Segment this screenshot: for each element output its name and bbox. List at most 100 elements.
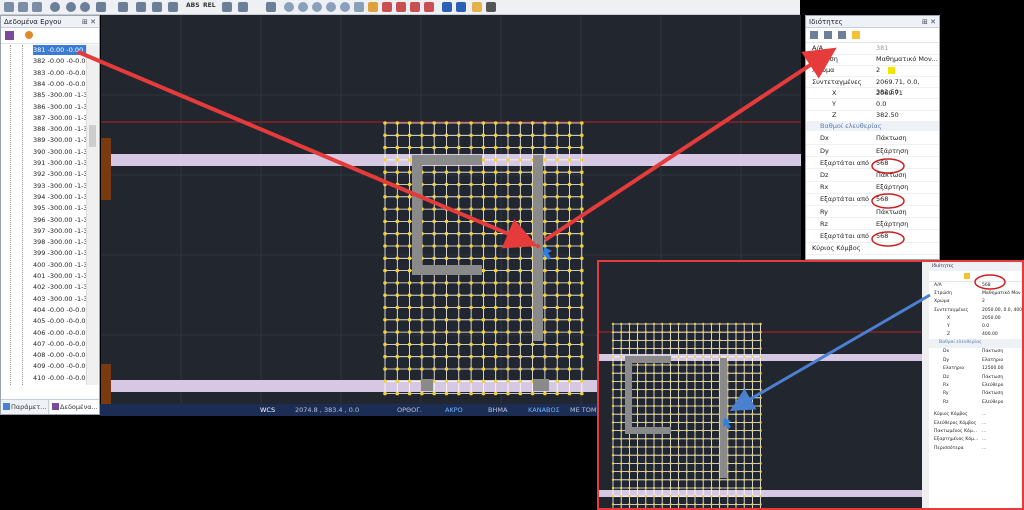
settings-tool-icon[interactable] <box>80 2 90 12</box>
pointer-tool-icon[interactable] <box>266 2 276 12</box>
property-value[interactable]: ... <box>982 436 986 444</box>
tree-node-item[interactable]: 396 -300.00 -1-3 <box>33 215 87 225</box>
property-row[interactable]: Y 0.0 <box>929 323 1022 331</box>
property-row[interactable]: Περισσότερα... <box>929 445 1022 453</box>
tree-node-item[interactable]: 392 -300.00 -1-3 <box>33 169 87 179</box>
delete-tool-icon[interactable] <box>486 2 496 12</box>
tree-node-item[interactable]: 382 -0.00 -0-0.00 <box>33 56 87 66</box>
property-value[interactable]: Εξάρτηση <box>876 219 908 230</box>
property-value[interactable]: 382.50 <box>876 110 899 121</box>
tab-project-data[interactable]: Δεδομένα... <box>50 400 99 414</box>
property-row[interactable]: Χρώμα 2 <box>929 298 1022 306</box>
properties-pin-close-icon[interactable]: ⊞ ✕ <box>922 16 936 28</box>
circle-tool-icon[interactable] <box>50 2 60 12</box>
tree-node-item[interactable]: 399 -300.00 -1-3 <box>33 248 87 258</box>
measure-tool-icon[interactable] <box>382 2 392 12</box>
property-value[interactable]: ... <box>982 420 986 428</box>
zoom-extents-icon[interactable] <box>326 2 336 12</box>
property-value[interactable]: Πάκτωση <box>876 133 907 144</box>
property-value[interactable]: Πάκτωση <box>876 207 907 218</box>
property-value[interactable]: Εξάρτηση <box>876 146 908 157</box>
property-row[interactable]: Συντεταγμένες 2050.00, 0.0, 400 <box>929 307 1022 315</box>
property-row[interactable]: X 2050.00 <box>929 315 1022 323</box>
tree-node-item[interactable]: 410 -0.00 -0-0.00 <box>33 373 87 383</box>
close-tool-icon[interactable] <box>96 2 106 12</box>
pan-tool-icon[interactable] <box>354 2 364 12</box>
property-row[interactable]: Dy Εξάρτηση <box>806 146 939 158</box>
property-row[interactable]: Α/Α 568 <box>929 282 1022 290</box>
abs-button[interactable]: ABS <box>186 2 200 9</box>
zoom-in-icon[interactable] <box>284 2 294 12</box>
property-row[interactable]: Dy Ελατήριο <box>929 357 1022 365</box>
panel-pin-close-icon[interactable]: ⊞ ✕ <box>82 16 96 28</box>
brush-tool-icon[interactable] <box>472 2 482 12</box>
sort-az-icon[interactable] <box>824 31 832 39</box>
line-tool-icon[interactable] <box>4 2 14 12</box>
property-row[interactable]: Στρώση Μαθηματικό Μον... <box>806 54 939 66</box>
grid-tool-icon[interactable] <box>168 2 178 12</box>
property-row[interactable]: Εξαρτάται από 568 <box>806 158 939 170</box>
zoom-out-icon[interactable] <box>298 2 308 12</box>
property-value[interactable]: Πάκτωση <box>876 170 907 181</box>
property-row[interactable]: Ελεύθερος Κόμβος... <box>929 420 1022 428</box>
tree-node-item[interactable]: 397 -300.00 -1-3 <box>33 226 87 236</box>
undo-icon[interactable] <box>442 2 452 12</box>
ortho-toggle[interactable]: ΟΡΘΟΓ. <box>397 404 422 416</box>
tree-node-item[interactable]: 411 -0.00 -0-0.00 <box>33 384 87 385</box>
tree-node-item[interactable]: 386 -300.00 -1-3 <box>33 102 87 112</box>
filter-icon[interactable] <box>5 31 14 40</box>
property-value[interactable]: 400.00 <box>982 331 998 339</box>
tree-node-item[interactable]: 402 -300.00 -1-3 <box>33 282 87 292</box>
grid-toggle[interactable]: ΚΑΝΑΒΟΣ <box>528 404 560 416</box>
property-value[interactable]: 2069.71 <box>876 88 903 99</box>
property-row[interactable]: X 2069.71 <box>806 88 939 100</box>
dof-section-header[interactable]: Βαθμοί ελευθερίας <box>806 121 939 132</box>
tree-node-item[interactable]: 385 -300.00 -1-3 <box>33 90 87 100</box>
property-value[interactable]: Πάκτωση <box>982 348 1003 356</box>
property-value[interactable]: ... <box>982 445 986 453</box>
property-row[interactable]: Z 382.50 <box>806 110 939 122</box>
property-row[interactable]: Ελατήριο 12500.00 <box>929 365 1022 373</box>
tree-node-item[interactable]: 391 -300.00 -1-3 <box>33 158 87 168</box>
redo-icon[interactable] <box>456 2 466 12</box>
property-value[interactable]: 2 <box>876 65 880 76</box>
tree-node-item[interactable]: 389 -300.00 -1-3 <box>33 135 87 145</box>
property-value[interactable]: ... <box>982 411 986 419</box>
property-row[interactable]: Dz Πάκτωση <box>806 170 939 182</box>
tree-node-item[interactable]: 384 -0.00 -0-0.00 <box>33 79 87 89</box>
filter-tool-icon[interactable] <box>396 2 406 12</box>
tree-node-item[interactable]: 398 -300.00 -1-3 <box>33 237 87 247</box>
property-row[interactable]: Rz Ελεύθερο <box>929 399 1022 407</box>
property-row[interactable]: Κύριος Κόμβος... <box>929 411 1022 419</box>
tree-node-item[interactable]: 409 -0.00 -0-0.00 <box>33 361 87 371</box>
property-row[interactable]: Ry Πάκτωση <box>806 207 939 219</box>
property-pages-icon[interactable] <box>838 31 846 39</box>
tree-node-item[interactable]: 393 -300.00 -1-3 <box>33 181 87 191</box>
property-value[interactable]: 568 <box>876 231 888 242</box>
cross-tool-icon[interactable] <box>118 2 128 12</box>
tree-node-item[interactable]: 388 -300.00 -1-3 <box>33 124 87 134</box>
step-toggle[interactable]: ΒΗΜΑ <box>488 404 507 416</box>
property-row[interactable]: Rx Εξάρτηση <box>806 182 939 194</box>
tab-parameters[interactable]: Παράμετ... <box>1 400 49 414</box>
property-row[interactable]: Dx Πάκτωση <box>806 133 939 145</box>
render-tool-icon[interactable] <box>410 2 420 12</box>
property-value[interactable]: 568 <box>982 282 991 290</box>
scrollbar-thumb[interactable] <box>89 125 96 147</box>
tree-node-item[interactable]: 383 -0.00 -0-0.00 <box>33 68 87 78</box>
property-row[interactable]: Εξαρτημένος Κόμ...... <box>929 436 1022 444</box>
property-row[interactable]: Rz Εξάρτηση <box>806 219 939 231</box>
endpoint-toggle[interactable]: ΑΚΡΟ <box>445 404 463 416</box>
target-tool-icon[interactable] <box>66 2 76 12</box>
property-row[interactable]: Πακτωμένος Κόμ...... <box>929 428 1022 436</box>
zoom-window-icon[interactable] <box>312 2 322 12</box>
tree-node-item[interactable]: 390 -300.00 -1-3 <box>33 147 87 157</box>
property-row[interactable]: Συντεταγμένες 2069.71, 0.0, 382.50 <box>806 77 939 96</box>
property-row[interactable]: Εξαρτάται από 568 <box>806 194 939 206</box>
lightning-icon[interactable] <box>852 31 860 39</box>
dimension-tool-icon[interactable] <box>152 2 162 12</box>
arc-tool-icon[interactable] <box>32 2 42 12</box>
property-value[interactable]: 381 <box>876 43 888 54</box>
tree-scrollbar[interactable] <box>86 45 99 385</box>
ortho-tool-icon[interactable] <box>238 2 248 12</box>
